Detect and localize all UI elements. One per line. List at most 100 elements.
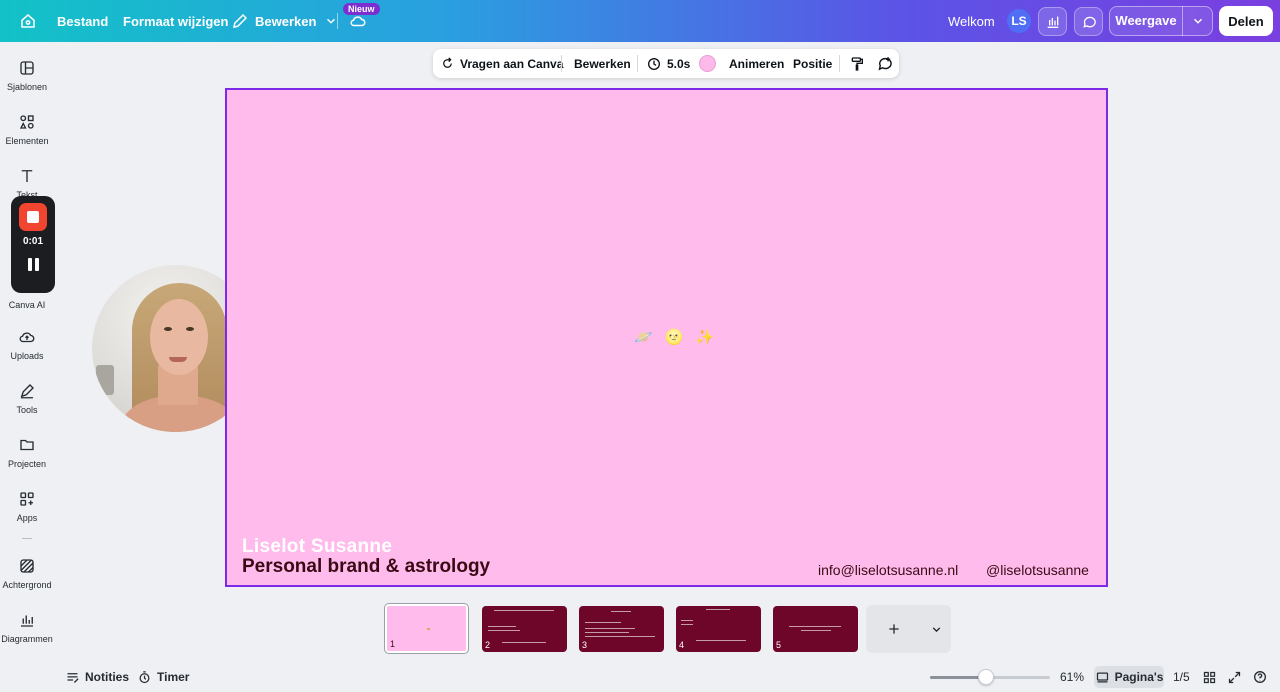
thumbnail-text-line bbox=[801, 630, 831, 631]
timer-button[interactable]: Timer bbox=[137, 668, 189, 686]
pages-toggle-button[interactable]: Pagina's bbox=[1094, 666, 1164, 688]
add-page-area bbox=[866, 605, 951, 653]
sidebar-item-label: Sjablonen bbox=[6, 82, 48, 92]
design-canvas[interactable]: 🪐 🌝 ✨ Liselot Susanne Personal brand & a… bbox=[225, 88, 1108, 587]
home-button[interactable] bbox=[19, 0, 37, 42]
page-thumbnail-4[interactable]: 4 bbox=[676, 606, 761, 652]
recording-timer: 0:01 bbox=[22, 236, 43, 247]
background-icon bbox=[20, 559, 34, 573]
name-heading[interactable]: Liselot Susanne bbox=[242, 536, 392, 558]
sidebar-divider bbox=[22, 538, 32, 539]
sidebar-item-elements[interactable]: Elementen bbox=[0, 113, 54, 146]
sidebar-item-label: Elementen bbox=[5, 136, 49, 146]
share-button[interactable]: Delen bbox=[1219, 6, 1273, 36]
pages-icon bbox=[1096, 672, 1108, 682]
sidebar-item-apps[interactable]: Apps bbox=[0, 490, 54, 523]
ask-canva-button[interactable]: Vragen aan Canva bbox=[440, 49, 563, 78]
thumbnail-text-line bbox=[789, 626, 841, 627]
thumbnail-text-line bbox=[696, 640, 746, 641]
sidebar-item-label: Tools bbox=[16, 405, 38, 415]
animate-button[interactable]: Animeren bbox=[729, 49, 784, 78]
templates-icon bbox=[20, 61, 34, 75]
sidebar-item-projects[interactable]: Projecten bbox=[0, 436, 54, 469]
edit-menu[interactable]: Bewerken bbox=[231, 0, 338, 42]
duration-label: 5.0s bbox=[667, 56, 691, 71]
clock-icon bbox=[648, 57, 660, 70]
help-button[interactable] bbox=[1252, 668, 1268, 686]
comments-button[interactable] bbox=[1074, 7, 1103, 36]
sidebar-item-templates[interactable]: Sjablonen bbox=[0, 59, 54, 92]
thumbnail-text-line bbox=[611, 611, 631, 612]
thumbnail-text-line bbox=[681, 624, 693, 625]
zoom-level[interactable]: 61% bbox=[1060, 668, 1084, 686]
ask-canva-label: Vragen aan Canva bbox=[460, 56, 564, 71]
help-icon bbox=[1254, 671, 1266, 683]
sidebar-item-canva-ai[interactable]: Canva AI bbox=[0, 300, 54, 310]
pause-icon-bar bbox=[34, 258, 39, 271]
sidebar-item-uploads[interactable]: Uploads bbox=[0, 328, 54, 361]
chart-icon bbox=[21, 615, 33, 627]
sidebar-item-tools[interactable]: Tools bbox=[0, 382, 54, 415]
thumbnail-text-line bbox=[488, 630, 520, 631]
position-button[interactable]: Positie bbox=[793, 49, 832, 78]
comment-icon bbox=[1082, 16, 1096, 28]
paint-roller-icon bbox=[851, 56, 863, 71]
webcam-eye bbox=[164, 327, 172, 331]
page-thumbnail-5[interactable]: 5 bbox=[773, 606, 858, 652]
copy-style-button[interactable] bbox=[849, 49, 865, 78]
fullscreen-button[interactable] bbox=[1227, 668, 1242, 686]
sidebar-item-label: Achtergrond bbox=[2, 580, 52, 590]
sidebar-item-label: Canva AI bbox=[8, 300, 46, 310]
recording-widget: 0:01 bbox=[11, 196, 55, 293]
thumbnail-text-line bbox=[585, 632, 629, 633]
file-menu[interactable]: Bestand bbox=[57, 0, 108, 42]
email-text[interactable]: info@liselotsusanne.nl bbox=[818, 562, 958, 578]
thumbnail-text-line bbox=[502, 642, 546, 643]
grid-view-button[interactable] bbox=[1202, 668, 1217, 686]
emoji-text[interactable]: 🪐 🌝 ✨ bbox=[634, 328, 718, 346]
sidebar-item-label: Projecten bbox=[7, 459, 47, 469]
notes-icon bbox=[67, 672, 79, 683]
page-thumbnail-3[interactable]: 3 bbox=[579, 606, 664, 652]
thumbnail-text-line bbox=[585, 622, 621, 623]
duration-button[interactable]: 5.0s bbox=[646, 49, 690, 78]
bar-chart-icon bbox=[1047, 16, 1058, 28]
tagline-heading[interactable]: Personal brand & astrology bbox=[242, 556, 490, 578]
welcome-label[interactable]: Welkom bbox=[948, 0, 995, 42]
social-handle-text[interactable]: @liselotsusanne bbox=[986, 562, 1089, 578]
add-page-button[interactable] bbox=[886, 621, 902, 637]
thumbnail-text-line bbox=[585, 628, 635, 629]
thumbnail-text-line bbox=[488, 626, 516, 627]
webcam-face bbox=[150, 299, 208, 375]
zoom-slider-handle[interactable] bbox=[978, 669, 994, 685]
page-thumbnail-2[interactable]: 2 bbox=[482, 606, 567, 652]
thumbnail-text-line bbox=[494, 610, 554, 611]
background-color-swatch[interactable] bbox=[699, 49, 716, 78]
stop-recording-button[interactable] bbox=[19, 203, 47, 231]
notes-button[interactable]: Notities bbox=[65, 668, 129, 686]
thumbnail-text-line bbox=[706, 609, 730, 610]
avatar[interactable]: LS bbox=[1007, 9, 1031, 33]
add-comment-button[interactable] bbox=[876, 49, 893, 78]
sidebar-item-background[interactable]: Achtergrond bbox=[0, 557, 54, 590]
left-sidebar: Sjablonen Elementen Tekst Canva AI Uploa… bbox=[0, 42, 54, 692]
webcam-eye bbox=[186, 327, 194, 331]
view-dropdown[interactable]: Weergave bbox=[1109, 6, 1213, 36]
stop-icon bbox=[27, 211, 39, 223]
insights-button[interactable] bbox=[1038, 7, 1067, 36]
view-label: Weergave bbox=[1110, 6, 1183, 36]
pause-button[interactable] bbox=[27, 258, 39, 271]
chevron-down-icon[interactable] bbox=[930, 623, 943, 636]
resize-menu[interactable]: Formaat wijzigen bbox=[123, 0, 228, 42]
page-thumbnail-1[interactable]: 1 bbox=[385, 604, 468, 653]
elements-icon bbox=[19, 115, 34, 129]
page-number: 2 bbox=[485, 640, 491, 650]
thumbnail-text-line bbox=[681, 620, 693, 621]
page-number: 5 bbox=[776, 640, 782, 650]
apps-icon bbox=[20, 492, 34, 506]
chevron-down-icon[interactable] bbox=[1183, 14, 1212, 28]
sidebar-item-charts[interactable]: Diagrammen bbox=[0, 611, 54, 644]
page-counter: 1/5 bbox=[1173, 670, 1190, 684]
toolbar-edit-button[interactable]: Bewerken bbox=[574, 49, 631, 78]
toolbar-divider bbox=[561, 55, 562, 72]
